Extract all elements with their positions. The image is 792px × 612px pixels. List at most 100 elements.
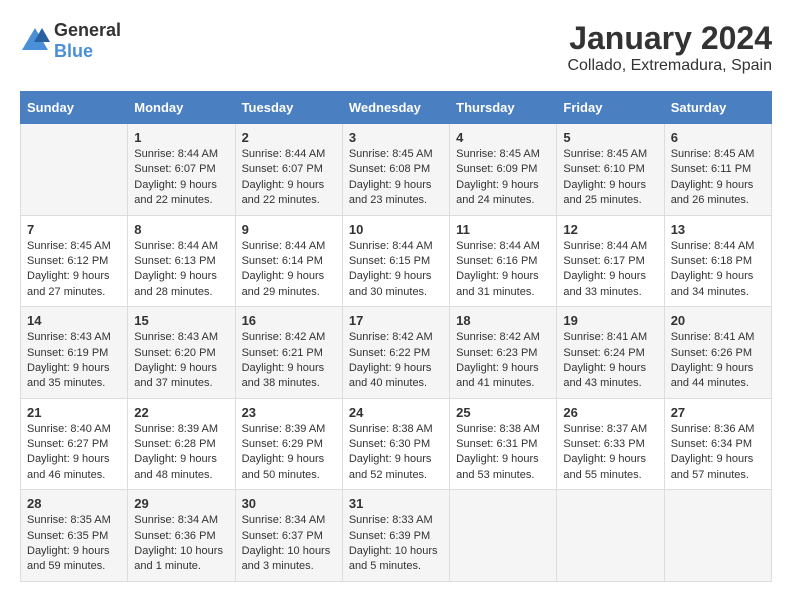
- day-number: 3: [349, 130, 443, 145]
- logo-text-general: General: [54, 20, 121, 40]
- day-number: 30: [242, 496, 336, 511]
- day-info: Sunrise: 8:39 AMSunset: 6:29 PMDaylight:…: [242, 422, 336, 484]
- day-cell: 27 Sunrise: 8:36 AMSunset: 6:34 PMDayligh…: [664, 398, 771, 490]
- day-cell: 7 Sunrise: 8:45 AMSunset: 6:12 PMDaylight…: [21, 215, 128, 307]
- day-number: 9: [242, 222, 336, 237]
- day-cell: 17 Sunrise: 8:42 AMSunset: 6:22 PMDayligh…: [342, 307, 449, 399]
- column-header-monday: Monday: [128, 92, 235, 124]
- day-cell: 22 Sunrise: 8:39 AMSunset: 6:28 PMDayligh…: [128, 398, 235, 490]
- day-number: 20: [671, 313, 765, 328]
- day-cell: 1 Sunrise: 8:44 AMSunset: 6:07 PMDaylight…: [128, 124, 235, 216]
- location-title: Collado, Extremadura, Spain: [567, 57, 772, 75]
- day-info: Sunrise: 8:43 AMSunset: 6:19 PMDaylight:…: [27, 330, 121, 392]
- day-cell: 11Sunrise: 8:44 AMSunset: 6:16 PMDayligh…: [450, 215, 557, 307]
- day-cell: 20 Sunrise: 8:41 AMSunset: 6:26 PMDayligh…: [664, 307, 771, 399]
- day-number: 18: [456, 313, 550, 328]
- day-info: Sunrise: 8:40 AMSunset: 6:27 PMDaylight:…: [27, 422, 121, 484]
- header: General Blue January 2024 Collado, Extre…: [20, 20, 772, 75]
- day-info: Sunrise: 8:42 AMSunset: 6:23 PMDaylight:…: [456, 330, 550, 392]
- day-cell: 28 Sunrise: 8:35 AMSunset: 6:35 PMDayligh…: [21, 490, 128, 582]
- day-number: 6: [671, 130, 765, 145]
- day-cell: 25 Sunrise: 8:38 AMSunset: 6:31 PMDayligh…: [450, 398, 557, 490]
- day-info: Sunrise: 8:45 AMSunset: 6:10 PMDaylight:…: [563, 147, 657, 209]
- day-number: 15: [134, 313, 228, 328]
- day-number: 4: [456, 130, 550, 145]
- day-cell: 18 Sunrise: 8:42 AMSunset: 6:23 PMDayligh…: [450, 307, 557, 399]
- day-cell: [664, 490, 771, 582]
- day-number: 16: [242, 313, 336, 328]
- day-number: 1: [134, 130, 228, 145]
- day-info: Sunrise: 8:44 AMSunset: 6:15 PMDaylight:…: [349, 239, 443, 301]
- day-cell: 26Sunrise: 8:37 AMSunset: 6:33 PMDayligh…: [557, 398, 664, 490]
- column-header-friday: Friday: [557, 92, 664, 124]
- day-info: Sunrise: 8:41 AMSunset: 6:24 PMDaylight:…: [563, 330, 657, 392]
- day-number: 29: [134, 496, 228, 511]
- logo-text-blue: Blue: [54, 41, 93, 61]
- week-row-3: 14 Sunrise: 8:43 AMSunset: 6:19 PMDayligh…: [21, 307, 772, 399]
- day-number: 31: [349, 496, 443, 511]
- day-info: Sunrise: 8:44 AMSunset: 6:07 PMDaylight:…: [134, 147, 228, 209]
- day-number: 19: [563, 313, 657, 328]
- day-info: Sunrise: 8:44 AMSunset: 6:17 PMDaylight:…: [563, 239, 657, 301]
- day-cell: 13 Sunrise: 8:44 AMSunset: 6:18 PMDayligh…: [664, 215, 771, 307]
- day-cell: 3 Sunrise: 8:45 AMSunset: 6:08 PMDaylight…: [342, 124, 449, 216]
- week-row-4: 21Sunrise: 8:40 AMSunset: 6:27 PMDayligh…: [21, 398, 772, 490]
- day-cell: 23 Sunrise: 8:39 AMSunset: 6:29 PMDayligh…: [235, 398, 342, 490]
- logo: General Blue: [20, 20, 121, 62]
- day-number: 8: [134, 222, 228, 237]
- day-cell: 29 Sunrise: 8:34 AMSunset: 6:36 PMDayligh…: [128, 490, 235, 582]
- day-info: Sunrise: 8:44 AMSunset: 6:07 PMDaylight:…: [242, 147, 336, 209]
- day-number: 11: [456, 222, 550, 237]
- day-info: Sunrise: 8:35 AMSunset: 6:35 PMDaylight:…: [27, 513, 121, 575]
- day-number: 22: [134, 405, 228, 420]
- day-number: 13: [671, 222, 765, 237]
- logo-icon: [20, 26, 50, 57]
- day-number: 27: [671, 405, 765, 420]
- day-number: 23: [242, 405, 336, 420]
- day-info: Sunrise: 8:44 AMSunset: 6:18 PMDaylight:…: [671, 239, 765, 301]
- day-cell: 16 Sunrise: 8:42 AMSunset: 6:21 PMDayligh…: [235, 307, 342, 399]
- day-cell: [21, 124, 128, 216]
- calendar-table: SundayMondayTuesdayWednesdayThursdayFrid…: [20, 91, 772, 582]
- day-cell: 14 Sunrise: 8:43 AMSunset: 6:19 PMDayligh…: [21, 307, 128, 399]
- day-cell: 24Sunrise: 8:38 AMSunset: 6:30 PMDayligh…: [342, 398, 449, 490]
- day-number: 28: [27, 496, 121, 511]
- column-header-sunday: Sunday: [21, 92, 128, 124]
- day-info: Sunrise: 8:45 AMSunset: 6:12 PMDaylight:…: [27, 239, 121, 301]
- day-info: Sunrise: 8:34 AMSunset: 6:36 PMDaylight:…: [134, 513, 228, 575]
- day-info: Sunrise: 8:34 AMSunset: 6:37 PMDaylight:…: [242, 513, 336, 575]
- day-cell: 19 Sunrise: 8:41 AMSunset: 6:24 PMDayligh…: [557, 307, 664, 399]
- day-number: 7: [27, 222, 121, 237]
- day-info: Sunrise: 8:42 AMSunset: 6:22 PMDaylight:…: [349, 330, 443, 392]
- week-row-1: 1 Sunrise: 8:44 AMSunset: 6:07 PMDaylight…: [21, 124, 772, 216]
- day-cell: 5 Sunrise: 8:45 AMSunset: 6:10 PMDaylight…: [557, 124, 664, 216]
- day-info: Sunrise: 8:45 AMSunset: 6:11 PMDaylight:…: [671, 147, 765, 209]
- day-info: Sunrise: 8:38 AMSunset: 6:31 PMDaylight:…: [456, 422, 550, 484]
- day-number: 17: [349, 313, 443, 328]
- day-number: 26: [563, 405, 657, 420]
- day-info: Sunrise: 8:41 AMSunset: 6:26 PMDaylight:…: [671, 330, 765, 392]
- day-cell: 21Sunrise: 8:40 AMSunset: 6:27 PMDayligh…: [21, 398, 128, 490]
- day-cell: 10 Sunrise: 8:44 AMSunset: 6:15 PMDayligh…: [342, 215, 449, 307]
- day-info: Sunrise: 8:45 AMSunset: 6:08 PMDaylight:…: [349, 147, 443, 209]
- day-number: 2: [242, 130, 336, 145]
- day-number: 25: [456, 405, 550, 420]
- day-number: 24: [349, 405, 443, 420]
- column-header-saturday: Saturday: [664, 92, 771, 124]
- day-cell: 2 Sunrise: 8:44 AMSunset: 6:07 PMDaylight…: [235, 124, 342, 216]
- day-cell: 8Sunrise: 8:44 AMSunset: 6:13 PMDaylight…: [128, 215, 235, 307]
- day-info: Sunrise: 8:39 AMSunset: 6:28 PMDaylight:…: [134, 422, 228, 484]
- day-number: 12: [563, 222, 657, 237]
- day-info: Sunrise: 8:36 AMSunset: 6:34 PMDaylight:…: [671, 422, 765, 484]
- day-cell: [450, 490, 557, 582]
- column-header-thursday: Thursday: [450, 92, 557, 124]
- day-cell: 6 Sunrise: 8:45 AMSunset: 6:11 PMDaylight…: [664, 124, 771, 216]
- day-cell: [557, 490, 664, 582]
- day-number: 10: [349, 222, 443, 237]
- day-number: 14: [27, 313, 121, 328]
- day-number: 5: [563, 130, 657, 145]
- day-info: Sunrise: 8:42 AMSunset: 6:21 PMDaylight:…: [242, 330, 336, 392]
- day-info: Sunrise: 8:43 AMSunset: 6:20 PMDaylight:…: [134, 330, 228, 392]
- day-cell: 12 Sunrise: 8:44 AMSunset: 6:17 PMDayligh…: [557, 215, 664, 307]
- day-cell: 9Sunrise: 8:44 AMSunset: 6:14 PMDaylight…: [235, 215, 342, 307]
